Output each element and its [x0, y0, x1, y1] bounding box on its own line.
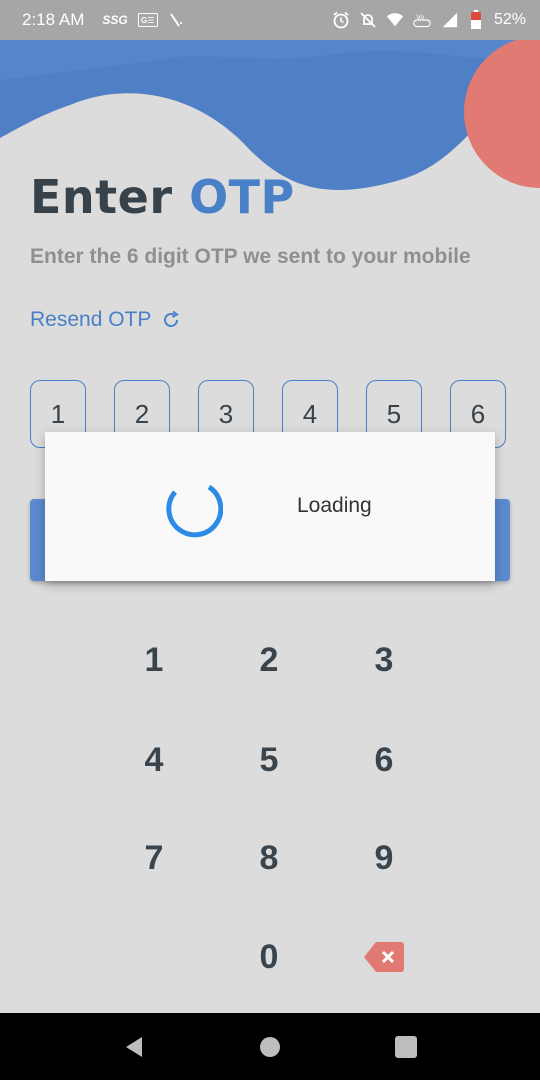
loading-dialog: Loading — [45, 432, 495, 581]
key-5[interactable]: 5 — [229, 720, 309, 800]
system-nav-bar — [0, 1013, 540, 1080]
key-8[interactable]: 8 — [229, 818, 309, 898]
status-time: 2:18 AM — [22, 10, 85, 29]
otp-instructions: Enter the 6 digit OTP we sent to your mo… — [30, 245, 471, 268]
volte-icon: Vo — [413, 11, 431, 29]
mute-icon — [359, 11, 377, 29]
loading-spinner-icon — [166, 484, 223, 538]
signal-slash-icon — [169, 13, 182, 27]
title-part2: OTP — [189, 170, 295, 224]
backspace-icon — [364, 942, 404, 972]
wifi-icon — [386, 11, 404, 29]
key-7[interactable]: 7 — [114, 818, 194, 898]
page-title: Enter OTP — [30, 170, 295, 224]
loading-text: Loading — [297, 494, 372, 517]
svg-text:Vo: Vo — [416, 13, 424, 21]
key-0[interactable]: 0 — [229, 917, 309, 997]
title-part1: Enter — [30, 170, 173, 224]
key-9[interactable]: 9 — [344, 818, 424, 898]
alarm-icon — [332, 11, 350, 29]
key-1[interactable]: 1 — [114, 620, 194, 700]
resend-otp-button[interactable]: Resend OTP — [30, 308, 181, 332]
key-3[interactable]: 3 — [344, 620, 424, 700]
key-6[interactable]: 6 — [344, 720, 424, 800]
status-right-icons: Vo 52% — [332, 10, 526, 29]
status-left-icons: SSG G☰ — [102, 12, 183, 28]
key-2[interactable]: 2 — [229, 620, 309, 700]
refresh-icon — [164, 310, 180, 327]
signal-icon — [440, 11, 458, 29]
backspace-key[interactable] — [344, 917, 424, 997]
battery-percent: 52% — [493, 11, 526, 28]
back-icon[interactable] — [120, 1033, 148, 1061]
key-4[interactable]: 4 — [114, 720, 194, 800]
status-bar: 2:18 AM SSG G☰ Vo 52% — [0, 0, 540, 40]
battery-icon — [467, 10, 485, 29]
gmail-icon: G☰ — [137, 13, 158, 27]
home-icon[interactable] — [256, 1033, 284, 1061]
resend-otp-label: Resend OTP — [30, 308, 152, 331]
ssg-icon: SSG — [102, 13, 128, 27]
recents-icon[interactable] — [392, 1033, 420, 1061]
